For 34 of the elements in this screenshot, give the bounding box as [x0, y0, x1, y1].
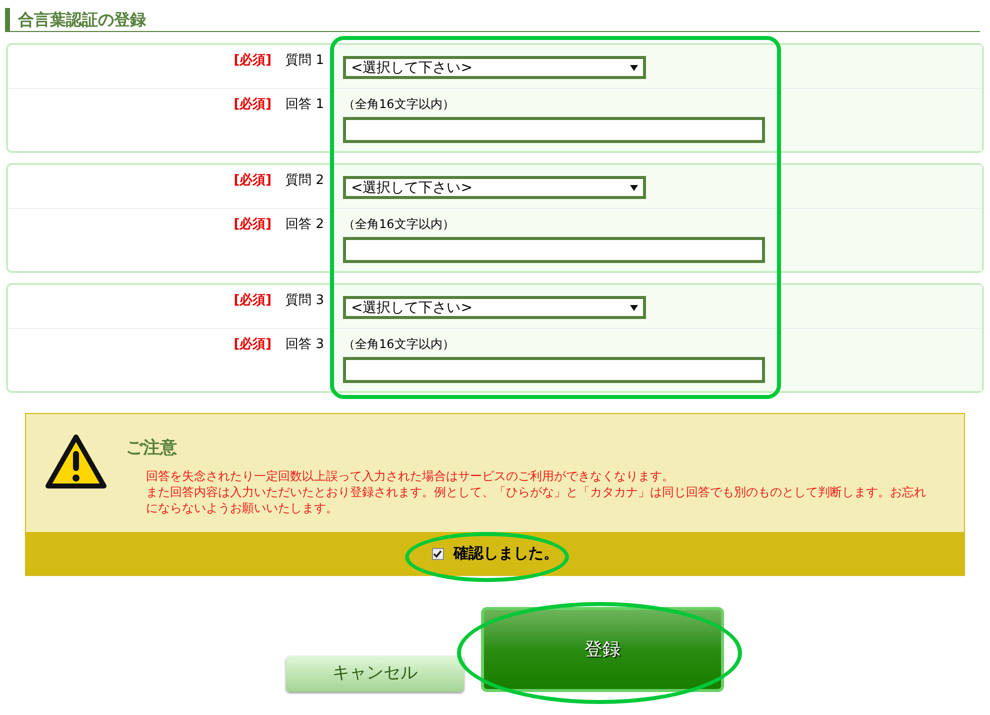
question-select[interactable]: <選択して下さい>: [343, 176, 646, 199]
answer-field[interactable]: [343, 117, 765, 143]
hint-text: （全角16文字以内）: [343, 336, 456, 353]
required-label: [必須]: [234, 96, 272, 114]
dropdown-caret-icon: [630, 65, 638, 71]
question-select[interactable]: <選択して下さい>: [343, 56, 646, 79]
dropdown-caret-icon: [630, 185, 638, 191]
notice-text: 回答を失念されたり一定回数以上誤って入力された場合はサービスのご利用ができなくなります。: [146, 468, 675, 484]
field-label: 質問 1: [286, 52, 324, 70]
required-label: [必須]: [234, 216, 272, 234]
notice-title: ご注意: [126, 437, 178, 460]
confirm-checkbox-label[interactable]: 確認しました。: [432, 542, 558, 565]
required-label: [必須]: [234, 336, 272, 354]
field-label: 質問 3: [286, 292, 324, 310]
notice-text: また回答内容は入力いただいたとおり登録されます。例として、「ひらがな」と「カタカナ」は同じ回答でも別のものとして判断します。お忘れにならないようお願いいたします。: [146, 484, 927, 516]
field-label: 回答 3: [286, 336, 324, 354]
checkmark-icon: [433, 550, 442, 558]
required-label: [必須]: [234, 172, 272, 190]
field-label: 回答 2: [286, 216, 324, 234]
dropdown-caret-icon: [630, 305, 638, 311]
hint-text: （全角16文字以内）: [343, 96, 456, 113]
required-label: [必須]: [234, 52, 272, 70]
cancel-button[interactable]: キャンセル: [286, 656, 464, 692]
page-heading: 合言葉認証の登録: [18, 10, 146, 29]
register-button[interactable]: 登録: [481, 607, 724, 692]
field-label: 回答 1: [286, 96, 324, 114]
answer-field[interactable]: [343, 357, 765, 383]
required-label: [必須]: [234, 292, 272, 310]
warning-icon: [45, 434, 107, 490]
hint-text: （全角16文字以内）: [343, 216, 456, 233]
field-label: 質問 2: [286, 172, 324, 190]
checkbox[interactable]: [432, 548, 444, 560]
answer-field[interactable]: [343, 237, 765, 263]
question-select[interactable]: <選択して下さい>: [343, 296, 646, 319]
